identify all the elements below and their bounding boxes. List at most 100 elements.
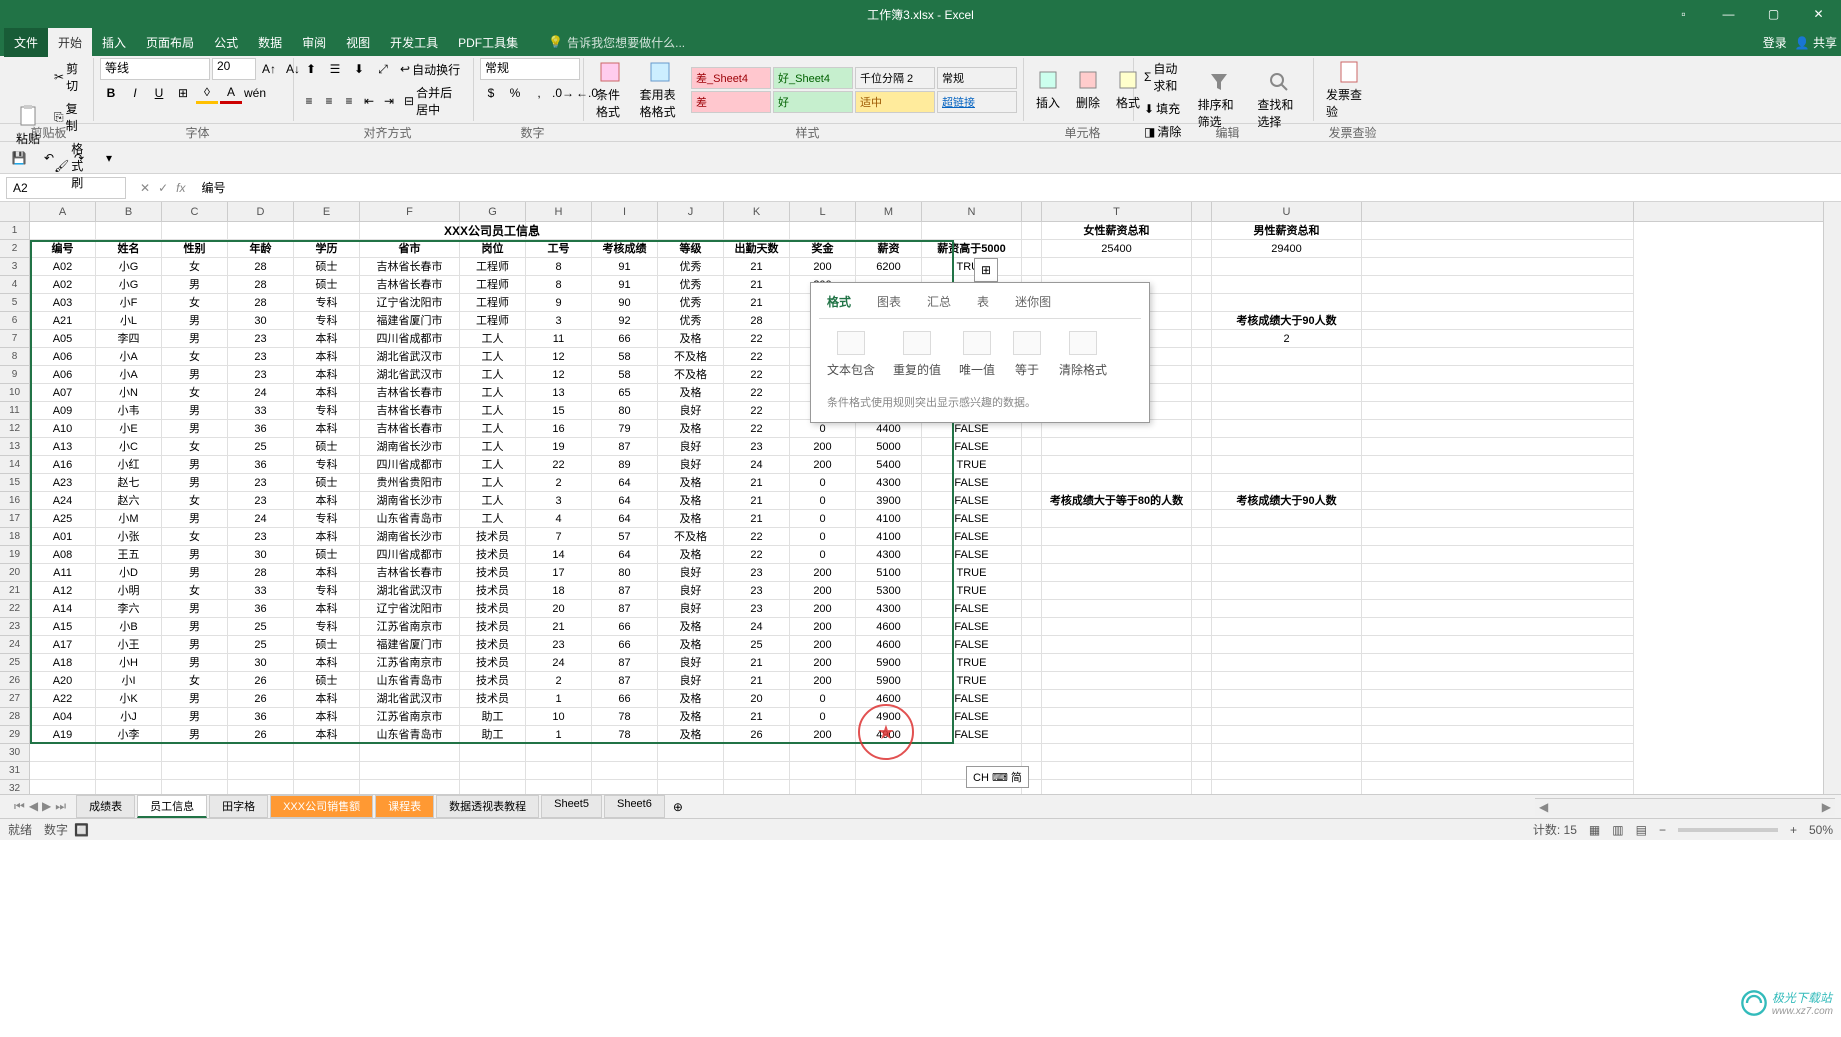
italic-button[interactable]: I: [124, 82, 146, 104]
cell[interactable]: [1192, 366, 1212, 384]
cell[interactable]: [1212, 672, 1362, 690]
cell[interactable]: [1022, 222, 1042, 240]
cell[interactable]: [1192, 438, 1212, 456]
sheet-tab[interactable]: 数据透视表教程: [436, 795, 539, 818]
row-header[interactable]: 10: [0, 384, 30, 402]
cell[interactable]: [1192, 402, 1212, 420]
cut-button[interactable]: ✂剪切: [50, 58, 87, 96]
tab-formulas[interactable]: 公式: [204, 28, 248, 57]
cell[interactable]: [1362, 240, 1634, 258]
cell[interactable]: [1042, 528, 1192, 546]
cell[interactable]: [1362, 474, 1634, 492]
cell[interactable]: [1212, 474, 1362, 492]
cell[interactable]: [1042, 654, 1192, 672]
cell[interactable]: [1022, 240, 1042, 258]
qa-tab-tables[interactable]: 表: [973, 291, 993, 312]
cell[interactable]: [162, 780, 228, 794]
border-button[interactable]: ⊞: [172, 82, 194, 104]
qa-opt-unique[interactable]: 唯一值: [959, 331, 995, 378]
zoom-out-icon[interactable]: −: [1659, 823, 1666, 837]
inc-decimal-icon[interactable]: .0→: [552, 82, 574, 104]
cell[interactable]: [1362, 366, 1634, 384]
col-header[interactable]: N: [922, 202, 1022, 221]
sheet-nav-first-icon[interactable]: ⏮: [14, 799, 25, 814]
cell[interactable]: [1192, 294, 1212, 312]
cell[interactable]: [1362, 222, 1634, 240]
cell[interactable]: [1192, 348, 1212, 366]
phonetic-button[interactable]: wén: [244, 82, 266, 104]
cell[interactable]: [1212, 726, 1362, 744]
cell[interactable]: [1212, 636, 1362, 654]
cell[interactable]: [1362, 528, 1634, 546]
underline-button[interactable]: U: [148, 82, 170, 104]
cell[interactable]: [526, 744, 592, 762]
merge-button[interactable]: ⊟合并后居中: [400, 82, 467, 120]
cell[interactable]: [1212, 690, 1362, 708]
cell-styles-gallery[interactable]: 差_Sheet4 好_Sheet4 千位分隔 2 常规 差 好 适中 超链接: [691, 67, 1017, 113]
tell-me[interactable]: 💡告诉我您想要做什么...: [548, 34, 685, 51]
sheet-tab[interactable]: 田字格: [209, 795, 268, 818]
row-header[interactable]: 30: [0, 744, 30, 762]
sheet-tab[interactable]: XXX公司销售额: [270, 795, 373, 818]
cell[interactable]: [1022, 654, 1042, 672]
format-painter-button[interactable]: 🖌格式刷: [50, 138, 87, 193]
cell[interactable]: [1022, 438, 1042, 456]
cell[interactable]: [526, 780, 592, 794]
cell[interactable]: [1362, 294, 1634, 312]
fill-color-button[interactable]: ◊: [196, 82, 218, 104]
cell[interactable]: [592, 762, 658, 780]
qa-tab-totals[interactable]: 汇总: [923, 291, 955, 312]
cell[interactable]: [1362, 312, 1634, 330]
qa-tab-chart[interactable]: 图表: [873, 291, 905, 312]
cell[interactable]: [228, 762, 294, 780]
cell[interactable]: [1362, 618, 1634, 636]
zoom-level[interactable]: 50%: [1809, 823, 1833, 837]
cell[interactable]: [1362, 780, 1634, 794]
cell[interactable]: [1212, 402, 1362, 420]
cell[interactable]: [1022, 690, 1042, 708]
cell[interactable]: [1192, 690, 1212, 708]
sheet-tab[interactable]: Sheet5: [541, 795, 602, 818]
cell[interactable]: [1212, 258, 1362, 276]
cell[interactable]: [1022, 528, 1042, 546]
cell[interactable]: [1362, 546, 1634, 564]
cell[interactable]: [1042, 510, 1192, 528]
cell[interactable]: [1192, 744, 1212, 762]
select-all-corner[interactable]: [0, 202, 30, 221]
cell[interactable]: [1362, 402, 1634, 420]
cell[interactable]: [1192, 222, 1212, 240]
row-header[interactable]: 4: [0, 276, 30, 294]
cell[interactable]: 考核成绩大于90人数: [1212, 312, 1362, 330]
cell[interactable]: 2: [1212, 330, 1362, 348]
sheet-tab[interactable]: 员工信息: [137, 795, 207, 818]
view-layout-icon[interactable]: ▥: [1612, 823, 1623, 837]
increase-font-icon[interactable]: A↑: [258, 58, 280, 80]
cell[interactable]: [1022, 744, 1042, 762]
row-header[interactable]: 22: [0, 600, 30, 618]
cell[interactable]: [1042, 672, 1192, 690]
vertical-scrollbar[interactable]: [1823, 202, 1841, 794]
cell[interactable]: [1362, 276, 1634, 294]
delete-cells-button[interactable]: 删除: [1070, 66, 1106, 113]
tab-file[interactable]: 文件: [4, 28, 48, 57]
percent-icon[interactable]: %: [504, 82, 526, 104]
cell[interactable]: [724, 744, 790, 762]
tab-data[interactable]: 数据: [248, 28, 292, 57]
row-header[interactable]: 11: [0, 402, 30, 420]
row-header[interactable]: 17: [0, 510, 30, 528]
cell[interactable]: [658, 780, 724, 794]
cell[interactable]: [658, 762, 724, 780]
col-header[interactable]: L: [790, 202, 856, 221]
cell[interactable]: [1362, 762, 1634, 780]
cell[interactable]: 考核成绩大于90人数: [1212, 492, 1362, 510]
cell[interactable]: [96, 744, 162, 762]
cell[interactable]: [1362, 348, 1634, 366]
find-select-button[interactable]: 查找和选择: [1251, 68, 1307, 132]
row-header[interactable]: 3: [0, 258, 30, 276]
close-icon[interactable]: ✕: [1796, 0, 1841, 28]
align-middle-icon[interactable]: ☰: [324, 58, 346, 80]
row-header[interactable]: 28: [0, 708, 30, 726]
cell[interactable]: [1192, 510, 1212, 528]
cell[interactable]: [294, 744, 360, 762]
font-color-button[interactable]: A: [220, 82, 242, 104]
